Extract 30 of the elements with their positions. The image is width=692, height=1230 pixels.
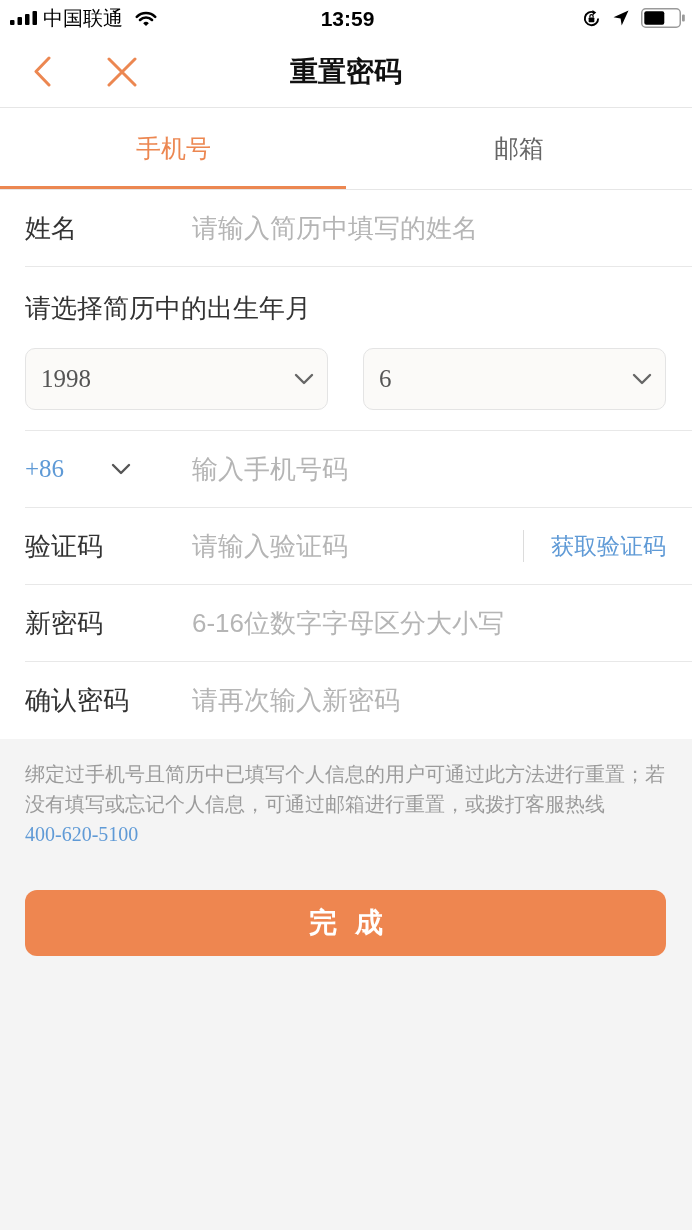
wifi-icon bbox=[135, 9, 157, 27]
submit-button[interactable]: 完成 bbox=[25, 890, 666, 956]
location-arrow-icon bbox=[613, 10, 629, 26]
birth-date-label: 请选择简历中的出生年月 bbox=[25, 292, 312, 325]
year-select[interactable]: 1998 bbox=[25, 348, 328, 410]
field-label: 新密码 bbox=[25, 606, 104, 640]
status-time: 13:59 bbox=[320, 7, 375, 29]
chevron-down-icon bbox=[632, 373, 652, 385]
carrier-name: 中国联通 bbox=[43, 8, 123, 28]
get-code-button[interactable]: 获取验证码 bbox=[551, 530, 666, 562]
chevron-down-icon bbox=[294, 373, 314, 385]
field-label: 验证码 bbox=[25, 529, 104, 563]
rotation-lock-icon bbox=[582, 8, 601, 28]
confirm-password-input[interactable]: 请再次输入新密码 bbox=[192, 679, 666, 722]
hotline-link[interactable]: 400-620-5100 bbox=[25, 823, 139, 845]
signal-icon bbox=[10, 11, 37, 25]
new-password-input[interactable]: 6-16位数字字母区分大小写 bbox=[192, 602, 666, 644]
field-label: 确认密码 bbox=[25, 684, 130, 717]
page-title: 重置密码 bbox=[290, 54, 402, 89]
battery-icon bbox=[641, 8, 685, 28]
month-select[interactable]: 6 bbox=[363, 348, 666, 410]
field-label: 姓名 bbox=[25, 211, 78, 245]
phone-input[interactable]: 输入手机号码 bbox=[192, 448, 666, 490]
help-text: 绑定过手机号且简历中已填写个人信息的用户可通过此方法进行重置；若没有填写或忘记个人信息，可通过邮箱进行重置，或拨打客服热线 400-620-5100 bbox=[25, 762, 666, 847]
chevron-down-icon bbox=[111, 463, 131, 475]
country-code-select[interactable]: +86 bbox=[25, 455, 131, 483]
verification-code-input[interactable]: 请输入验证码 bbox=[192, 525, 511, 567]
chevron-left-icon bbox=[33, 56, 51, 87]
name-input[interactable]: 请输入简历中填写的姓名 bbox=[192, 207, 666, 249]
close-icon bbox=[107, 56, 137, 87]
